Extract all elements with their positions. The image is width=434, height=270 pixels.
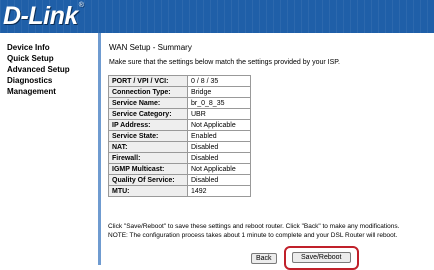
page-description: Make sure that the settings below match … (109, 59, 340, 66)
row-label: PORT / VPI / VCI: (109, 76, 187, 86)
sidebar-item-management[interactable]: Management (7, 86, 98, 97)
row-label: Connection Type: (109, 87, 187, 97)
table-row: Quality Of Service: Disabled (109, 175, 250, 185)
table-row: IGMP Multicast: Not Applicable (109, 164, 250, 174)
logo-text: D-Link (3, 2, 78, 30)
row-label: Service Name: (109, 98, 187, 108)
dlink-logo: D-Link® (3, 2, 84, 31)
save-reboot-button[interactable]: Save/Reboot (292, 252, 351, 264)
table-row: Connection Type: Bridge (109, 87, 250, 97)
table-row: NAT: Disabled (109, 142, 250, 152)
row-label: IP Address: (109, 120, 187, 130)
table-row: Firewall: Disabled (109, 153, 250, 163)
action-buttons: Back Save/Reboot (251, 246, 359, 270)
row-label: MTU: (109, 186, 187, 196)
page-title: WAN Setup - Summary (109, 43, 192, 52)
summary-table: PORT / VPI / VCI: 0 / 8 / 35 Connection T… (108, 75, 251, 197)
main-content: WAN Setup - Summary Make sure that the s… (101, 33, 434, 270)
sidebar-item-quick-setup[interactable]: Quick Setup (7, 53, 98, 64)
row-value: Disabled (188, 142, 250, 152)
row-label: Service State: (109, 131, 187, 141)
table-row: Service Category: UBR (109, 109, 250, 119)
sidebar-item-advanced-setup[interactable]: Advanced Setup (7, 64, 98, 75)
instructions-note: Click "Save/Reboot" to save these settin… (108, 222, 399, 240)
registered-mark: ® (78, 2, 84, 9)
sidebar-item-diagnostics[interactable]: Diagnostics (7, 75, 98, 86)
row-value: 1492 (188, 186, 250, 196)
row-label: Quality Of Service: (109, 175, 187, 185)
row-value: Disabled (188, 175, 250, 185)
table-row: Service Name: br_0_8_35 (109, 98, 250, 108)
row-label: Service Category: (109, 109, 187, 119)
sidebar-item-device-info[interactable]: Device Info (7, 42, 98, 53)
header-banner: D-Link® (0, 0, 434, 33)
back-button[interactable]: Back (251, 252, 277, 264)
row-value: UBR (188, 109, 250, 119)
instructions-line-1: Click "Save/Reboot" to save these settin… (108, 223, 400, 230)
row-value: Not Applicable (188, 120, 250, 130)
save-button-highlight: Save/Reboot (284, 246, 359, 270)
row-value: Enabled (188, 131, 250, 141)
table-row: Service State: Enabled (109, 131, 250, 141)
row-value: Bridge (188, 87, 250, 97)
sidebar-nav: Device Info Quick Setup Advanced Setup D… (0, 33, 98, 265)
table-row: MTU: 1492 (109, 186, 250, 196)
row-value: 0 / 8 / 35 (188, 76, 250, 86)
row-label: Firewall: (109, 153, 187, 163)
table-row: PORT / VPI / VCI: 0 / 8 / 35 (109, 76, 250, 86)
row-label: IGMP Multicast: (109, 164, 187, 174)
instructions-line-2: NOTE: The configuration process takes ab… (108, 232, 398, 239)
row-value: Disabled (188, 153, 250, 163)
table-row: IP Address: Not Applicable (109, 120, 250, 130)
row-value: Not Applicable (188, 164, 250, 174)
row-value: br_0_8_35 (188, 98, 250, 108)
row-label: NAT: (109, 142, 187, 152)
